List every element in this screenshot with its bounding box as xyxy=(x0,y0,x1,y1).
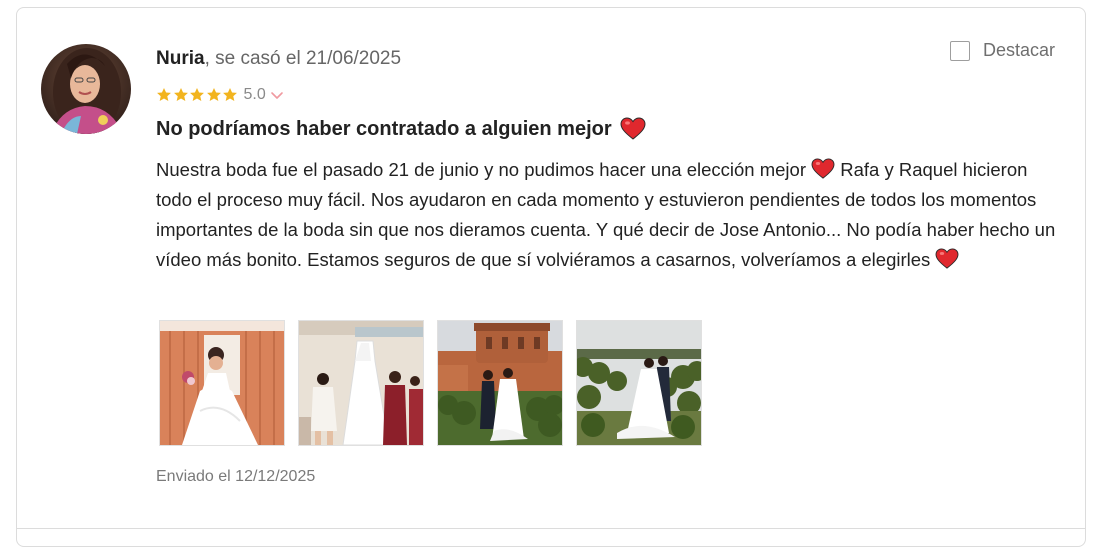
review-body-part-1: Nuestra boda fue el pasado 21 de junio y… xyxy=(156,159,806,180)
chevron-down-icon[interactable] xyxy=(270,88,284,102)
destacar-toggle[interactable]: Destacar xyxy=(950,40,1055,61)
review-author-line: Nuria, se casó el 21/06/2025 xyxy=(156,48,401,70)
star-icon xyxy=(173,88,188,101)
married-date: , se casó el 21/06/2025 xyxy=(204,48,402,69)
review-title-text: No podríamos haber contratado a alguien … xyxy=(156,117,612,140)
rating[interactable]: 5.0 xyxy=(156,85,284,105)
heart-emoji-icon xyxy=(935,248,959,269)
review-photo[interactable] xyxy=(437,320,563,446)
star-icon xyxy=(206,88,221,101)
heart-emoji-icon xyxy=(811,158,835,179)
review-title: No podríamos haber contratado a alguien … xyxy=(156,117,646,141)
avatar[interactable] xyxy=(41,44,131,134)
review-photo[interactable] xyxy=(159,320,285,446)
destacar-checkbox[interactable] xyxy=(950,40,970,61)
destacar-label: Destacar xyxy=(983,40,1056,60)
review-body: Nuestra boda fue el pasado 21 de junio y… xyxy=(156,155,1061,275)
rating-value: 5.0 xyxy=(243,86,266,103)
review-photo[interactable] xyxy=(298,320,424,446)
star-icon xyxy=(190,88,204,101)
review-divider xyxy=(16,528,1086,529)
review-photos xyxy=(159,320,715,446)
heart-emoji-icon xyxy=(620,117,646,140)
review-photo[interactable] xyxy=(576,320,702,446)
sent-date: Enviado el 12/12/2025 xyxy=(156,468,316,485)
rating-stars xyxy=(156,87,239,103)
star-icon xyxy=(157,88,171,101)
author-name[interactable]: Nuria xyxy=(156,48,205,69)
star-icon xyxy=(223,88,237,101)
